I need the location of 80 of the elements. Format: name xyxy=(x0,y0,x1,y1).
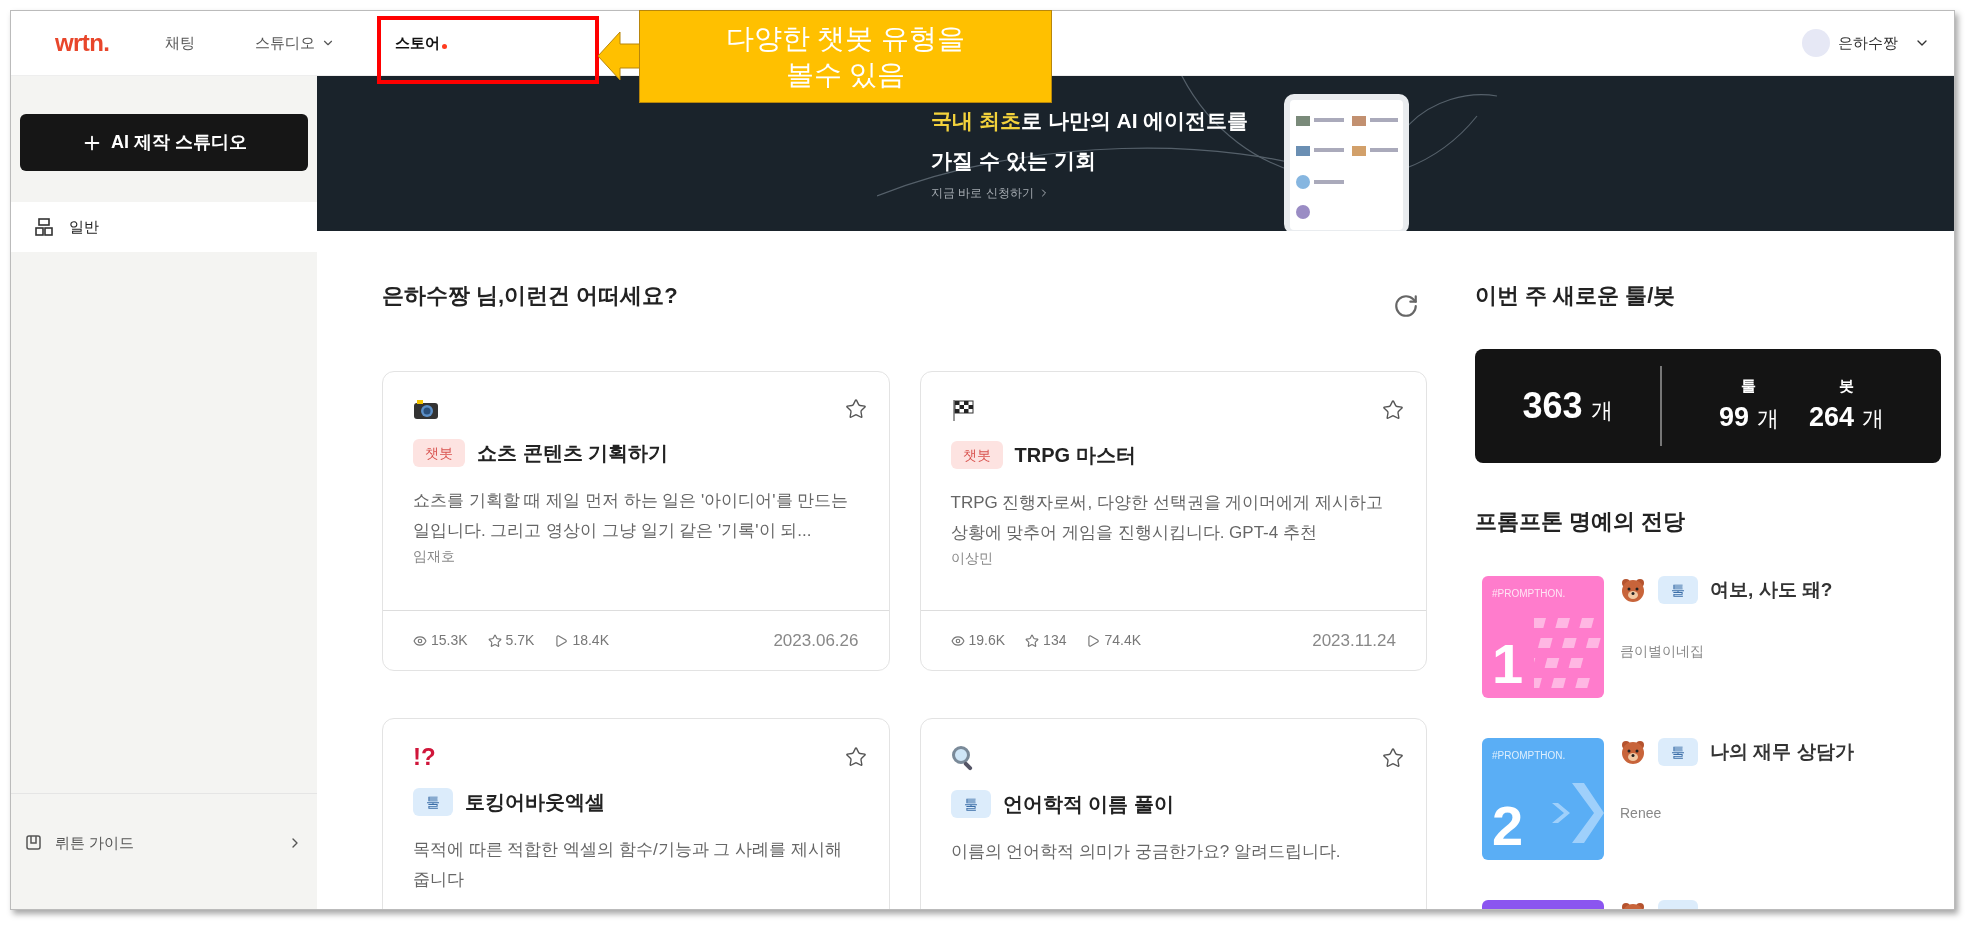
card-date: 2023.06.26 xyxy=(773,629,859,652)
create-studio-button[interactable]: AI 제작 스튜디오 xyxy=(20,114,308,171)
play-count: 74.4K xyxy=(1104,631,1142,650)
badge-hashtag: #PROMPTHON. xyxy=(1492,587,1566,601)
play-count: 18.4K xyxy=(572,631,609,650)
card-description: 쇼츠를 기획할 때 제일 먼저 하는 일은 '아이디어'를 만드는 일입니다. 그리고 영상이 그냥 일기 같은 '기록'이 되... xyxy=(413,490,850,542)
play-icon xyxy=(554,633,569,648)
play-icon xyxy=(1086,633,1101,648)
category-tag: 툴 xyxy=(1658,738,1698,767)
item-title: 여보, 사도 돼? xyxy=(1710,578,1833,602)
category-tag: 툴 xyxy=(950,790,991,818)
card-title: 토킹어바웃엑셀 xyxy=(465,790,605,815)
hall-of-fame-item[interactable]: #PROMPTHON. 1 툴 여보, 사도 돼? 큼이별이네집 xyxy=(1482,576,1941,698)
rank-number: 2 xyxy=(1492,798,1524,854)
category-tag: 툴 xyxy=(1658,576,1698,605)
wrtn-logo[interactable]: wrtn. xyxy=(55,25,165,61)
bot-card[interactable]: 챗봇 TRPG 마스터 TRPG 진행자로써, 다양한 선택권을 게이머에게 제시하고 상황에 맞추어 게임을 진행시킵니다. GPT-4 추천 이상민 19.6K 134 74.4K 2023.11.24 xyxy=(919,371,1427,671)
views-icon xyxy=(950,633,965,648)
author-name: Renee xyxy=(1620,803,1663,823)
star-icon xyxy=(487,633,502,648)
refresh-icon[interactable] xyxy=(1393,293,1419,319)
hall-of-fame-item[interactable]: #PROMPTHON. 2 툴 나의 재무 상담가 Renee xyxy=(1482,738,1941,860)
favorite-star-icon[interactable] xyxy=(1382,747,1404,769)
star-icon xyxy=(1025,633,1040,648)
card-description: 목적에 따른 적합한 엑셀의 함수/기능과 그 사례를 제시해 줍니다 xyxy=(413,839,843,891)
nav-tab[interactable]: 스토어 xyxy=(395,31,447,55)
favorite-count: 5.7K xyxy=(505,631,535,650)
favorite-count: 134 xyxy=(1043,631,1067,650)
grid-icon xyxy=(35,218,53,236)
rank-number: 1 xyxy=(1492,636,1524,692)
category-tag: 툴 xyxy=(413,788,453,816)
bear-face-icon xyxy=(1620,577,1646,604)
nav-tab[interactable]: 스튜디오 xyxy=(255,31,335,55)
badge-hashtag: #PROMPTHON. xyxy=(1492,749,1566,763)
user-menu[interactable]: 은하수짱 xyxy=(1838,31,1930,55)
callout-note: 다양한 챗봇 유형을 볼수 있음 xyxy=(639,10,1052,103)
card-description: TRPG 진행자로써, 다양한 선택권을 게이머에게 제시하고 상황에 맞추어 게임을 진행시킵니다. GPT-4 추천 xyxy=(950,492,1385,544)
section-heading: 이번 주 새로운 툴/봇 xyxy=(1475,282,1677,310)
card-title: TRPG 마스터 xyxy=(1014,443,1136,468)
banner-headline: 국내 최초로 나만의 AI 에이전트를 xyxy=(931,108,1249,134)
stat-count: 264 xyxy=(1809,401,1855,434)
author-name: 큼이별이네집 xyxy=(1620,641,1705,661)
view-count: 15.3K xyxy=(431,631,468,650)
camera-icon xyxy=(413,398,439,420)
section-heading: 은하수짱 님,이런건 어떠세요? xyxy=(382,282,678,310)
author-name: 임재호 xyxy=(413,547,456,566)
view-count: 19.6K xyxy=(968,631,1006,650)
card-title: 쇼츠 콘텐츠 기획하기 xyxy=(477,441,669,466)
stat-label: 툴 xyxy=(1741,375,1757,396)
category-tag: 챗봇 xyxy=(413,439,465,467)
bot-card[interactable]: 챗봇 쇼츠 콘텐츠 기획하기 쇼츠를 기획할 때 제일 먼저 하는 일은 '아이디어'를 만드는 일입니다. 그리고 영상이 그냥 일기 같은 '기록'이 되... 임재호 15.3K 5.7K 18.4K 2023.06.26 xyxy=(382,371,890,671)
author-name: 이상민 xyxy=(950,549,994,568)
total-count: 363 xyxy=(1522,384,1583,428)
banner-subline: 가질 수 있는 기회 xyxy=(931,147,1097,174)
bot-card[interactable]: 툴 언어학적 이름 풀이 이름의 언어학적 의미가 궁금한가요? 알려드립니다. xyxy=(919,718,1427,909)
category-tag: 챗봇 xyxy=(950,441,1003,469)
count-unit: 개 xyxy=(1590,397,1613,425)
section-heading: 프롬프톤 명예의 전당 xyxy=(1475,508,1687,536)
favorite-star-icon[interactable] xyxy=(844,746,867,768)
count-unit: 개 xyxy=(1757,405,1779,433)
checkered-flag-icon xyxy=(950,398,975,422)
card-date: 2023.11.24 xyxy=(1312,629,1396,652)
card-title: 언어학적 이름 풀이 xyxy=(1002,792,1174,817)
item-title: 나의 재무 상담가 xyxy=(1710,740,1854,764)
card-description: 이름의 언어학적 의미가 궁금한가요? 알려드립니다. xyxy=(950,841,1342,863)
callout-arrow xyxy=(598,30,642,82)
bear-face-icon xyxy=(1620,739,1646,766)
views-icon xyxy=(413,633,427,648)
favorite-star-icon[interactable] xyxy=(1382,399,1404,421)
sidebar-item[interactable]: 일반 xyxy=(11,202,317,252)
stat-label: 봇 xyxy=(1839,375,1854,396)
bot-card[interactable]: !? 툴 토킹어바웃엑셀 목적에 따른 적합한 엑셀의 함수/기능과 그 사례를 제시해 줍니다 xyxy=(382,718,890,909)
guide-link[interactable]: 뤼튼 가이드 xyxy=(11,831,317,854)
count-unit: 개 xyxy=(1862,405,1885,433)
apply-link[interactable]: 지금 바로 신청하기 xyxy=(931,184,1249,202)
nav-tab[interactable]: 채팅 xyxy=(165,31,195,55)
favorite-star-icon[interactable] xyxy=(844,398,867,420)
stat-count: 99 xyxy=(1718,401,1749,434)
book-icon xyxy=(25,833,43,852)
interrobang-icon: !? xyxy=(413,745,436,769)
